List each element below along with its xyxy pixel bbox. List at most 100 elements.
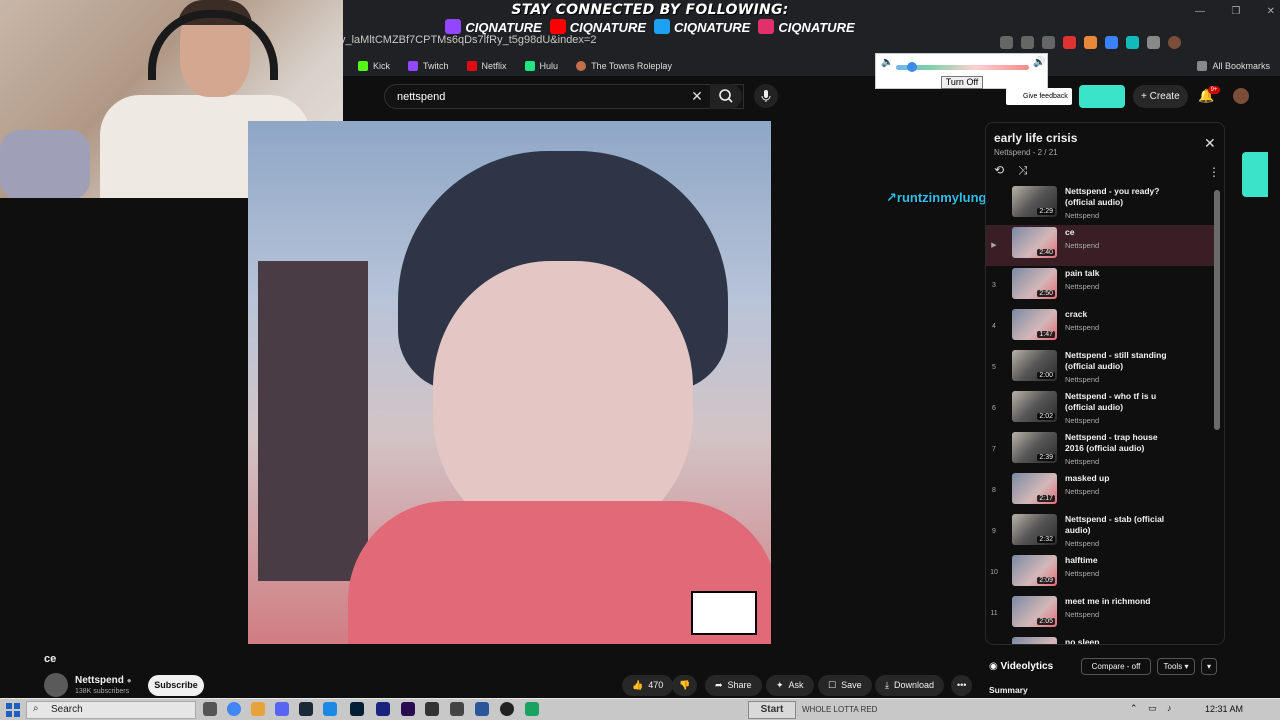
shuffle-icon[interactable]: ⤨	[1018, 163, 1028, 178]
playlist-item-title[interactable]: Nettspend - trap house 2016 (official au…	[1065, 432, 1175, 454]
account-avatar[interactable]	[1233, 88, 1249, 104]
playlist-item[interactable]: 8 2:17 masked up Nettspend	[986, 471, 1214, 512]
playlist-item[interactable]: 12no sleepNettspend	[986, 635, 1214, 644]
playlist-item-thumbnail[interactable]: 2:29	[1012, 186, 1057, 217]
app-green-icon[interactable]	[525, 702, 539, 716]
zoom-icon[interactable]	[1021, 35, 1034, 49]
extension-blue-icon[interactable]	[1105, 35, 1118, 49]
taskbar-search[interactable]: ⌕ Search	[26, 701, 196, 719]
app-word-icon[interactable]	[475, 702, 489, 716]
playlist-item-thumbnail[interactable]: 2:09	[1012, 555, 1057, 586]
app-blue-icon[interactable]	[323, 702, 337, 716]
discord-icon[interactable]	[275, 702, 289, 716]
turn-off-button[interactable]: Turn Off	[941, 76, 983, 89]
playlist-item-title[interactable]: masked up	[1065, 473, 1175, 484]
playlist-item-thumbnail[interactable]: 2:05	[1012, 596, 1057, 627]
playlist-item-title[interactable]: pain talk	[1065, 268, 1175, 279]
minimize-icon[interactable]: —	[1195, 6, 1205, 18]
playlist-item-thumbnail[interactable]: 2:50	[1012, 268, 1057, 299]
playlist-item-title[interactable]: Nettspend - stab (official audio)	[1065, 514, 1175, 536]
playlist-item-title[interactable]: halftime	[1065, 555, 1175, 566]
bookmark-star-icon[interactable]	[1042, 35, 1055, 49]
like-button[interactable]: 👍 470	[622, 675, 674, 696]
close-playlist-icon[interactable]: ✕	[1204, 135, 1216, 152]
file-explorer-icon[interactable]	[251, 702, 265, 716]
windows-start-icon[interactable]	[6, 703, 20, 717]
clock[interactable]: 12:31 AM	[1205, 704, 1243, 714]
playlist-item-title[interactable]: meet me in richmond	[1065, 596, 1175, 607]
chrome-icon[interactable]	[227, 702, 241, 716]
app-v-icon[interactable]	[376, 702, 390, 716]
puzzle-icon[interactable]	[1147, 35, 1160, 49]
compare-toggle[interactable]: Compare - off	[1081, 658, 1151, 675]
profile-icon[interactable]	[1168, 35, 1181, 49]
media-now-playing[interactable]: WHOLE LOTTA RED	[802, 702, 912, 718]
subscribe-button[interactable]: Subscribe	[148, 675, 204, 696]
playlist-item-title[interactable]: Nettspend - who tf is u (official audio)	[1065, 391, 1175, 413]
obs-icon[interactable]	[500, 702, 514, 716]
extension-menu-button[interactable]	[1079, 85, 1125, 108]
search-button[interactable]	[710, 84, 742, 109]
playlist-item-thumbnail[interactable]: 1:47	[1012, 309, 1057, 340]
playlist-item[interactable]: 7 2:39 Nettspend - trap house 2016 (offici…	[986, 430, 1214, 471]
playlist-item-thumbnail[interactable]: 2:32	[1012, 514, 1057, 545]
playlist-item[interactable]: 9 2:32 Nettspend - stab (official audio) Ne…	[986, 512, 1214, 553]
voice-search-button[interactable]	[754, 84, 778, 108]
playlist-item[interactable]: 2:29 Nettspend - you ready? (official aud…	[986, 184, 1214, 225]
playlist-item[interactable]: 10 2:09 halftime Nettspend	[986, 553, 1214, 594]
loop-icon[interactable]: ⟲	[994, 163, 1004, 177]
extension-red-icon[interactable]	[1063, 35, 1076, 49]
side-extension-tab[interactable]	[1242, 152, 1268, 197]
video-player[interactable]	[248, 121, 771, 644]
playlist-item-title[interactable]: Nettspend - still standing (official aud…	[1065, 350, 1175, 372]
playlist-item[interactable]: ▶ 2:40 ce Nettspend	[986, 225, 1214, 266]
summary-label[interactable]: Summary	[989, 685, 1028, 695]
playlist-scrollbar[interactable]	[1214, 190, 1220, 430]
playlist-item-thumbnail[interactable]: 2:17	[1012, 473, 1057, 504]
more-actions-button[interactable]: •••	[951, 675, 973, 696]
playlist-item-title[interactable]: no sleep	[1065, 637, 1175, 644]
share-button[interactable]: ➦ Share	[705, 675, 762, 696]
playlist-item[interactable]: 5 2:00 Nettspend - still standing (officia…	[986, 348, 1214, 389]
extension-orange-icon[interactable]	[1084, 35, 1097, 49]
download-button[interactable]: ⤓ Download	[875, 675, 945, 696]
playlist-item[interactable]: 3 2:50 pain talk Nettspend	[986, 266, 1214, 307]
bookmark-netflix[interactable]: Netflix	[466, 61, 507, 71]
start-button[interactable]: Start	[748, 701, 796, 719]
bookmark-twitch[interactable]: Twitch	[408, 61, 449, 71]
playlist-item[interactable]: 4 1:47 crack Nettspend	[986, 307, 1214, 348]
playlist-item-thumbnail[interactable]	[1012, 637, 1057, 644]
system-tray[interactable]: ⌃ ▭ ♪	[1130, 703, 1176, 714]
playlist-item[interactable]: 11 2:05 meet me in richmond Nettspend	[986, 594, 1214, 635]
playlist-item-thumbnail[interactable]: 2:40	[1012, 227, 1057, 258]
collapse-chevron-icon[interactable]: ▾	[1201, 658, 1217, 675]
channel-name[interactable]: Nettspend ●	[75, 675, 132, 686]
playlist-item[interactable]: 6 2:02 Nettspend - who tf is u (official a…	[986, 389, 1214, 430]
premiere-icon[interactable]	[401, 702, 415, 716]
bookmark-hulu[interactable]: Hulu	[524, 61, 558, 71]
task-view-icon[interactable]	[203, 702, 217, 716]
give-feedback-button[interactable]: Give feedback	[1006, 88, 1072, 105]
maximize-icon[interactable]: ❐	[1231, 6, 1240, 18]
playlist-item-thumbnail[interactable]: 2:00	[1012, 350, 1057, 381]
playlist-item-thumbnail[interactable]: 2:39	[1012, 432, 1057, 463]
playlist-more-icon[interactable]: ⋮	[1208, 165, 1220, 179]
all-bookmarks[interactable]: All Bookmarks	[1197, 61, 1270, 71]
save-button[interactable]: ☐ Save	[818, 675, 872, 696]
playlist-item-title[interactable]: ce	[1065, 227, 1175, 238]
playlist-item-title[interactable]: crack	[1065, 309, 1175, 320]
create-button[interactable]: + Create	[1133, 85, 1188, 108]
steam-icon[interactable]	[299, 702, 313, 716]
playlist-item-title[interactable]: Nettspend - you ready? (official audio)	[1065, 186, 1175, 208]
clear-search-icon[interactable]: ✕	[690, 88, 704, 104]
playlist-title[interactable]: early life crisis	[994, 131, 1077, 145]
close-icon[interactable]: ✕	[1267, 6, 1275, 18]
ask-button[interactable]: ✦ Ask	[766, 675, 814, 696]
photoshop-icon[interactable]	[350, 702, 364, 716]
app-g-icon[interactable]	[425, 702, 439, 716]
extension-teal-icon[interactable]	[1126, 35, 1139, 49]
screenshot-icon[interactable]	[1000, 35, 1013, 49]
playlist-item-thumbnail[interactable]: 2:02	[1012, 391, 1057, 422]
channel-avatar[interactable]	[44, 673, 68, 697]
tools-dropdown[interactable]: Tools ▾	[1157, 658, 1195, 675]
